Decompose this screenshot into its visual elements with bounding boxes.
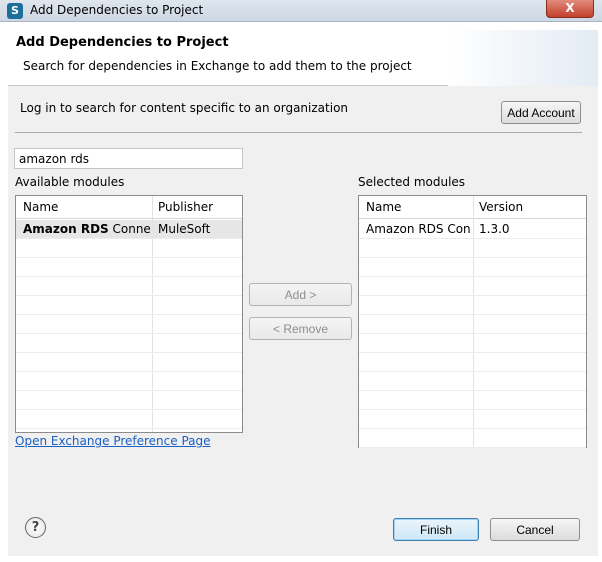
empty-row — [16, 239, 242, 258]
close-button[interactable]: X — [546, 0, 594, 18]
empty-row — [16, 353, 242, 372]
selected-modules-label: Selected modules — [358, 175, 466, 189]
empty-row — [16, 372, 242, 391]
help-icon[interactable]: ? — [25, 517, 46, 538]
empty-row — [359, 353, 586, 372]
empty-row — [359, 315, 586, 334]
module-name-cell: Amazon RDS Connecto — [23, 222, 151, 236]
module-name-bold: Amazon RDS — [23, 222, 109, 236]
login-text: Log in to search for content specific to… — [20, 101, 349, 115]
add-account-button[interactable]: Add Account — [501, 101, 581, 124]
empty-row — [16, 391, 242, 410]
empty-row — [359, 258, 586, 277]
empty-row — [359, 372, 586, 391]
title-bar: S Add Dependencies to Project X — [0, 0, 602, 22]
module-name-rest: Connecto — [112, 222, 152, 236]
selected-module-version-cell: 1.3.0 — [479, 222, 510, 236]
exchange-preference-link[interactable]: Open Exchange Preference Page — [15, 434, 211, 448]
table-row[interactable]: Amazon RDS Con... 1.3.0 — [359, 220, 586, 239]
add-button[interactable]: Add > — [249, 283, 352, 306]
empty-row — [16, 334, 242, 353]
empty-row — [359, 429, 586, 448]
column-header-name[interactable]: Name — [23, 200, 58, 214]
header-decoration — [448, 30, 598, 86]
empty-row — [16, 296, 242, 315]
column-header-name[interactable]: Name — [366, 200, 401, 214]
empty-row — [16, 277, 242, 296]
module-publisher-cell: MuleSoft — [158, 222, 211, 236]
table-header: Name Publisher — [16, 196, 242, 219]
empty-row — [359, 334, 586, 353]
selected-modules-table[interactable]: Name Version Amazon RDS Con... 1.3.0 — [358, 195, 587, 448]
available-modules-label: Available modules — [15, 175, 125, 189]
page-title: Add Dependencies to Project — [16, 35, 229, 50]
finish-button[interactable]: Finish — [393, 518, 479, 541]
empty-row — [16, 315, 242, 334]
page-subtitle: Search for dependencies in Exchange to a… — [23, 59, 412, 73]
column-header-version[interactable]: Version — [479, 200, 523, 214]
cancel-button[interactable]: Cancel — [490, 518, 580, 541]
empty-row — [16, 258, 242, 277]
remove-button[interactable]: < Remove — [249, 317, 352, 340]
separator — [15, 132, 582, 133]
window-title: Add Dependencies to Project — [30, 3, 204, 17]
selected-module-name-cell: Amazon RDS Con... — [366, 222, 472, 236]
empty-row — [359, 239, 586, 258]
empty-row — [359, 391, 586, 410]
empty-row — [359, 277, 586, 296]
available-modules-table[interactable]: Name Publisher Amazon RDS Connecto MuleS… — [15, 195, 243, 433]
empty-row — [359, 410, 586, 429]
empty-row — [16, 410, 242, 429]
column-header-publisher[interactable]: Publisher — [158, 200, 213, 214]
empty-row — [359, 296, 586, 315]
search-input[interactable] — [14, 148, 243, 169]
dialog-header: Add Dependencies to Project Search for d… — [8, 30, 598, 86]
table-row[interactable]: Amazon RDS Connecto MuleSoft — [16, 220, 242, 239]
app-icon: S — [7, 3, 23, 19]
